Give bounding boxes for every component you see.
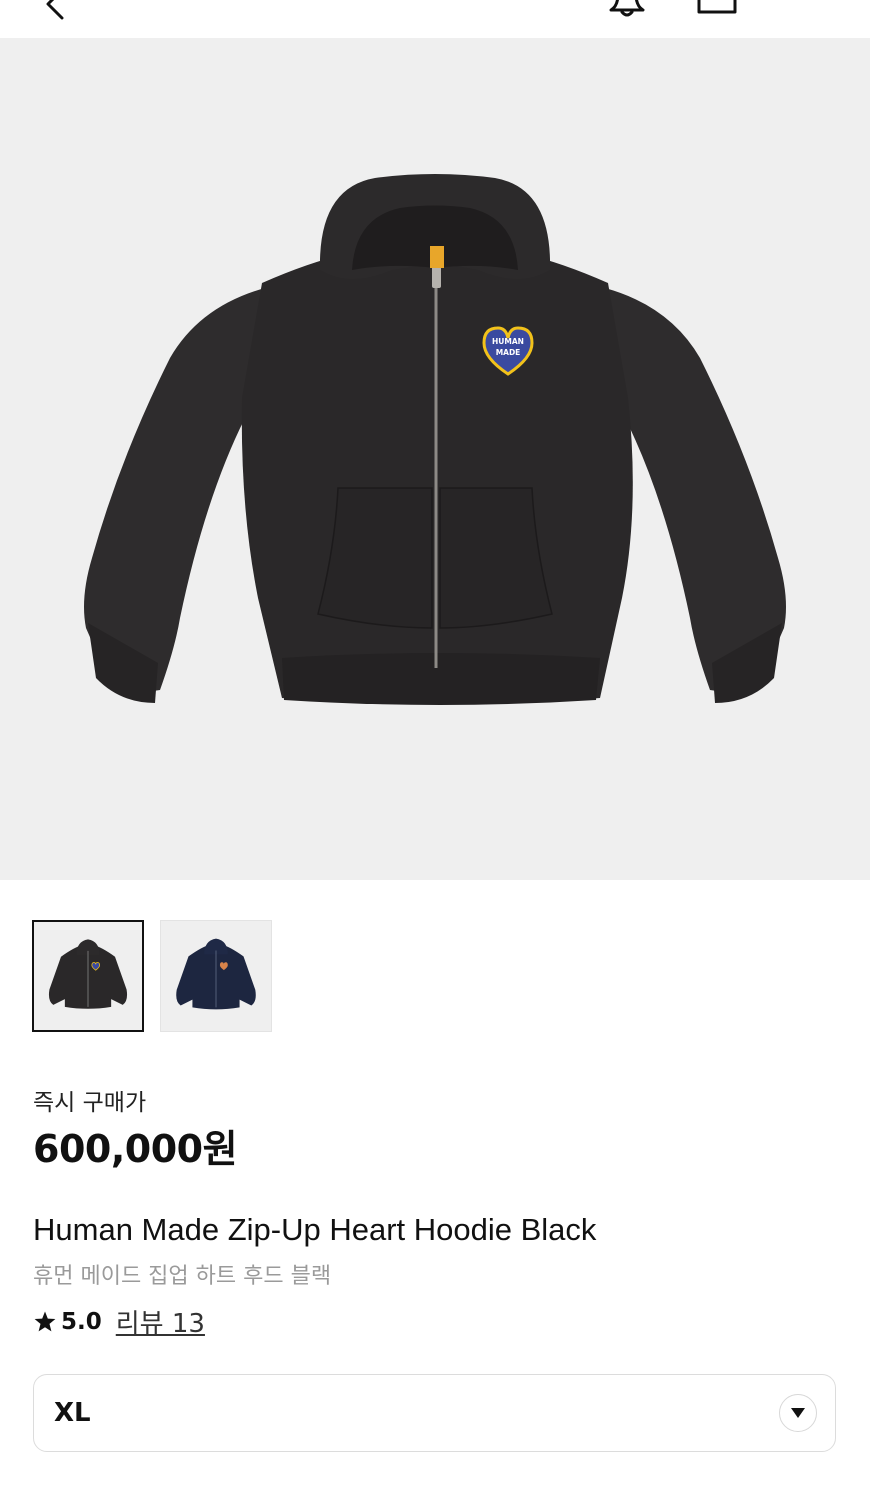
size-select[interactable]: XL bbox=[33, 1374, 836, 1452]
product-name-ko: 휴먼 메이드 집업 하트 후드 블랙 bbox=[33, 1264, 332, 1289]
reviews-link[interactable]: 리뷰 13 bbox=[116, 1303, 205, 1340]
thumbnail-list bbox=[32, 920, 272, 1032]
rating-row: 5.0 리뷰 13 bbox=[33, 1303, 205, 1340]
hoodie-image: HUMAN MADE bbox=[84, 174, 786, 705]
price-value: 600,000원 bbox=[33, 1127, 238, 1171]
notification-button[interactable] bbox=[604, 0, 650, 20]
back-button[interactable] bbox=[36, 0, 76, 26]
svg-text:HUMAN: HUMAN bbox=[492, 337, 524, 346]
thumbnail-black[interactable] bbox=[32, 920, 144, 1032]
thumbnail-navy[interactable] bbox=[160, 920, 272, 1032]
product-main-image[interactable]: HUMAN MADE bbox=[0, 38, 870, 880]
chevron-left-icon bbox=[46, 0, 64, 20]
size-dropdown-button[interactable] bbox=[779, 1394, 817, 1432]
svg-text:MADE: MADE bbox=[496, 348, 521, 357]
product-name-en: Human Made Zip-Up Heart Hoodie Black bbox=[33, 1212, 597, 1247]
top-bar bbox=[0, 0, 870, 38]
shopping-bag-icon bbox=[697, 0, 737, 14]
hoodie-navy-thumbnail-image bbox=[176, 938, 256, 1010]
price-label: 즉시 구매가 bbox=[33, 1090, 147, 1116]
shopping-bag-button[interactable] bbox=[694, 0, 740, 20]
rating-score: 5.0 bbox=[61, 1308, 102, 1335]
bell-icon bbox=[609, 0, 645, 17]
hoodie-black-thumbnail-image bbox=[48, 939, 128, 1009]
size-select-value: XL bbox=[54, 1398, 91, 1428]
chevron-down-icon bbox=[791, 1408, 805, 1418]
star-icon bbox=[34, 1311, 56, 1331]
